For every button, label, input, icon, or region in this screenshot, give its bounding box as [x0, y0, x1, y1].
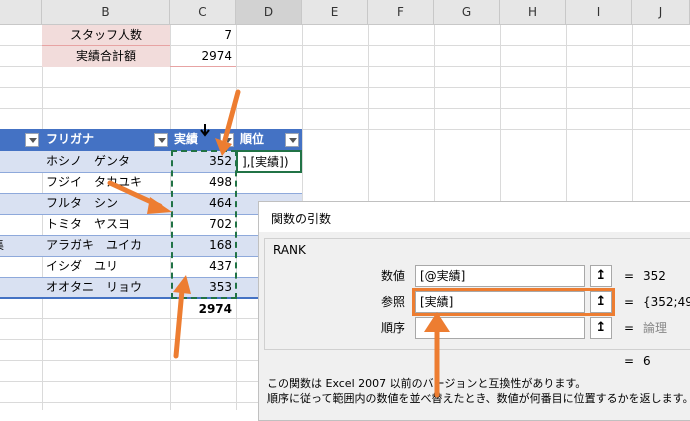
annotation-arrow-ref — [424, 312, 450, 398]
